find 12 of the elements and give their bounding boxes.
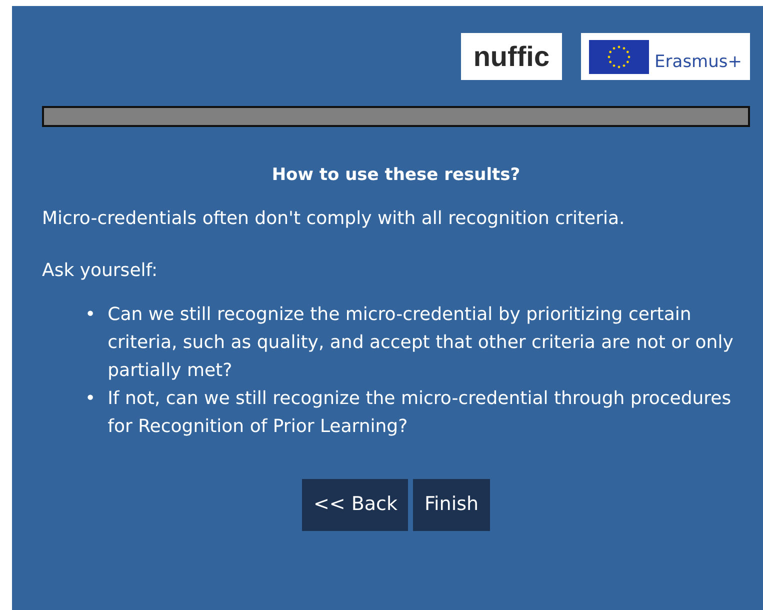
logo: nuffic [461, 33, 562, 80]
star-flag-icon [588, 40, 649, 74]
heading: How to use these results? [270, 165, 522, 185]
logo-text: Erasmus+ [654, 50, 742, 72]
finish-button[interactable]: Finish [413, 479, 490, 531]
back-button[interactable]: << Back [302, 479, 408, 531]
bullet-item: Can we still recognize the micro-credential by prioritizing certain criteria, such as quality, and accept that other criteria are not or only partially met? [108, 303, 734, 383]
paragraph: Micro-credentials often don't comply with all recognition criteria. [42, 207, 626, 231]
bullet-marker: • [85, 303, 96, 327]
paragraph: Ask yourself: [42, 259, 159, 283]
bullet-marker: • [85, 387, 96, 411]
bullet-item: If not, can we still recognize the micro-credential through procedures for Recognition of Prior Learning? [108, 387, 732, 439]
